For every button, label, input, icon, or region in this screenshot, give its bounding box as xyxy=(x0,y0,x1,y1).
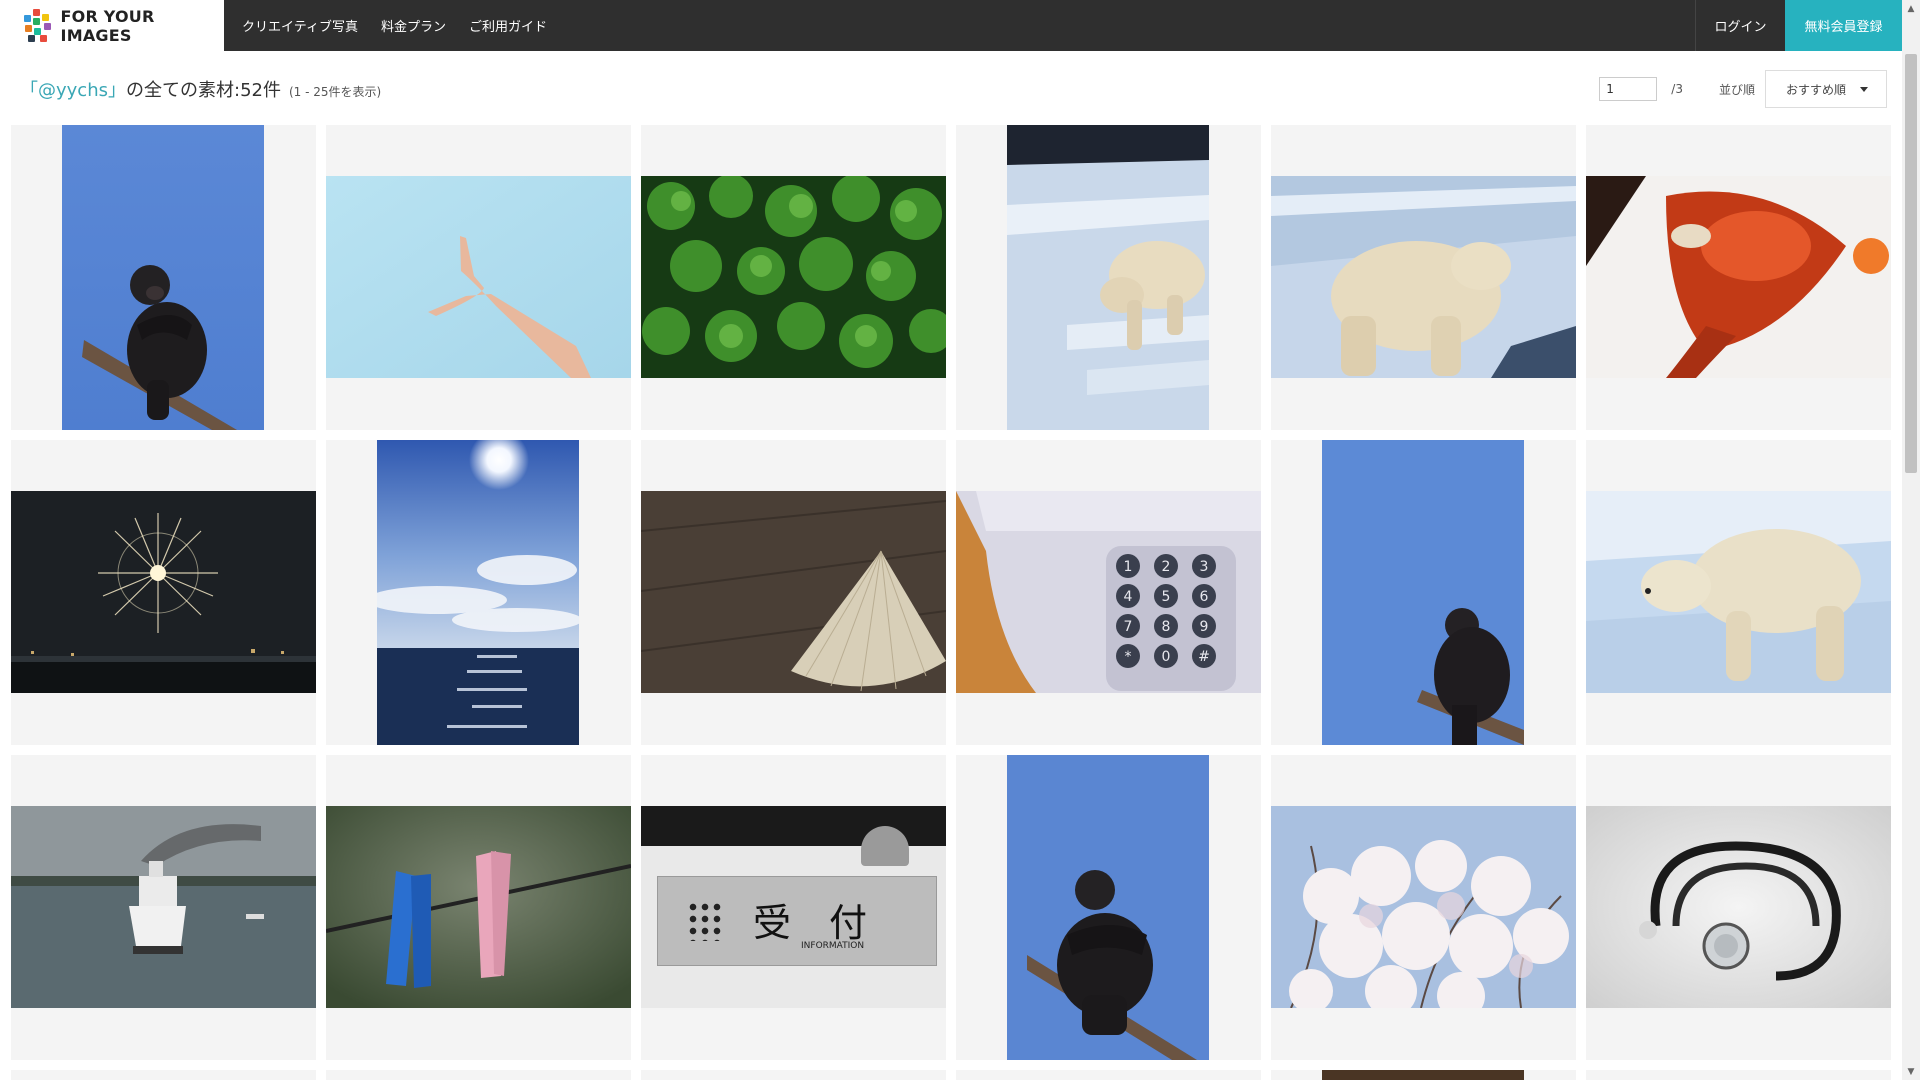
photo-card[interactable] xyxy=(326,755,631,1060)
photo-card[interactable] xyxy=(641,440,946,745)
photo-chimpanzee-on-branch xyxy=(62,125,264,430)
photo-card[interactable] xyxy=(1271,755,1576,1060)
photo-card[interactable] xyxy=(956,755,1261,1060)
photo-card[interactable]: 1 2 3 4 5 6 7 8 9 * 0 # xyxy=(956,440,1261,745)
phone-key-label: 1 xyxy=(1124,559,1133,575)
photo-ferry-ship xyxy=(11,806,316,1008)
photo-card[interactable]: 受 付 INFORMATION xyxy=(641,755,946,1060)
phone-key-label: 4 xyxy=(1124,589,1133,605)
page-scrollbar[interactable]: ▲ ▼ xyxy=(1902,0,1920,1080)
reception-info-text: INFORMATION xyxy=(801,941,865,951)
photo-stethoscope xyxy=(1586,806,1891,1008)
phone-key-label: 6 xyxy=(1200,589,1209,605)
caret-down-icon xyxy=(1860,87,1868,92)
header-actions: ログイン 無料会員登録 xyxy=(1695,0,1902,51)
photo-polar-bear-walking xyxy=(1586,491,1891,693)
phone-key-label: 3 xyxy=(1200,559,1209,575)
login-button[interactable]: ログイン xyxy=(1695,0,1785,51)
photo-card[interactable] xyxy=(641,125,946,430)
photo-card[interactable] xyxy=(11,440,316,745)
photo-fireworks-night xyxy=(11,491,316,693)
photo-straw-hat-on-wood xyxy=(641,491,946,693)
phone-key-label: 2 xyxy=(1162,559,1171,575)
page-title: 「@yychs」 の全ての素材:52件 (1 - 25件を表示) xyxy=(20,76,381,104)
logo[interactable]: FOR YOUR IMAGES xyxy=(0,0,224,51)
photo-polar-bear-on-steps xyxy=(1007,125,1209,430)
sort-label: 並び順 xyxy=(1718,82,1755,97)
page-number-input[interactable] xyxy=(1599,77,1658,101)
scroll-up-arrow-icon[interactable]: ▲ xyxy=(1902,0,1920,17)
main-nav: クリエイティブ写真 料金プラン ご利用ガイド xyxy=(224,0,570,51)
phone-key-label: # xyxy=(1198,649,1210,665)
photo-clothespins xyxy=(326,806,631,1008)
photo-sun-over-sea xyxy=(377,440,579,745)
title-username[interactable]: 「@yychs」 xyxy=(20,76,126,102)
next-row-preview xyxy=(11,1070,1891,1080)
nav-pricing[interactable]: 料金プラン xyxy=(381,16,446,35)
photo-polar-bear-standing xyxy=(1271,176,1576,378)
photo-card[interactable] xyxy=(956,125,1261,430)
photo-card[interactable] xyxy=(326,125,631,430)
photo-coriander-leaves xyxy=(641,176,946,378)
pager-controls: /3 並び順 おすすめ順 xyxy=(1599,70,1887,108)
photo-card[interactable] xyxy=(11,125,316,430)
photo-card[interactable] xyxy=(1271,125,1576,430)
title-range: (1 - 25件を表示) xyxy=(288,85,382,99)
photo-chimpanzee-blue-sky xyxy=(1322,440,1524,745)
photo-hand-against-sky xyxy=(326,176,631,378)
phone-key-label: 8 xyxy=(1162,619,1171,635)
phone-key-label: 7 xyxy=(1124,619,1133,635)
scroll-down-arrow-icon[interactable]: ▼ xyxy=(1902,1063,1920,1080)
photo-cherry-blossoms xyxy=(1271,806,1576,1008)
phone-key-label: 0 xyxy=(1162,649,1171,665)
page-total: /3 xyxy=(1671,82,1683,96)
logo-text: FOR YOUR IMAGES xyxy=(60,6,155,45)
reception-kanji: 受 付 xyxy=(753,901,868,945)
sort-value: おすすめ順 xyxy=(1786,82,1847,97)
nav-creative-photos[interactable]: クリエイティブ写真 xyxy=(242,16,358,35)
braille-dots-icon xyxy=(687,901,723,941)
scroll-thumb[interactable] xyxy=(1905,54,1917,473)
photo-card[interactable] xyxy=(1586,125,1891,430)
site-header: FOR YOUR IMAGES クリエイティブ写真 料金プラン ご利用ガイド ロ… xyxy=(0,0,1902,51)
logo-mark-icon xyxy=(20,8,53,43)
photo-card[interactable] xyxy=(1586,755,1891,1060)
title-count: の全ての素材:52件 xyxy=(126,80,281,101)
photo-card[interactable] xyxy=(326,440,631,745)
photo-lobster-dish xyxy=(1586,176,1891,378)
photo-card[interactable] xyxy=(1586,440,1891,745)
photo-card[interactable] xyxy=(11,755,316,1060)
sort-select[interactable]: おすすめ順 xyxy=(1765,70,1887,108)
photo-chimpanzee-sitting xyxy=(1007,755,1209,1060)
phone-key-label: 9 xyxy=(1200,619,1209,635)
photo-telephone-keypad: 1 2 3 4 5 6 7 8 9 * 0 # xyxy=(956,491,1261,693)
nav-guide[interactable]: ご利用ガイド xyxy=(469,16,547,35)
phone-key-label: 5 xyxy=(1162,589,1171,605)
photo-grid: 1 2 3 4 5 6 7 8 9 * 0 # 受 付 INFORMATION xyxy=(11,125,1891,1060)
phone-key-label: * xyxy=(1125,649,1132,665)
photo-card[interactable] xyxy=(1271,440,1576,745)
register-button[interactable]: 無料会員登録 xyxy=(1785,0,1902,51)
photo-reception-sign: 受 付 INFORMATION xyxy=(641,806,946,1008)
